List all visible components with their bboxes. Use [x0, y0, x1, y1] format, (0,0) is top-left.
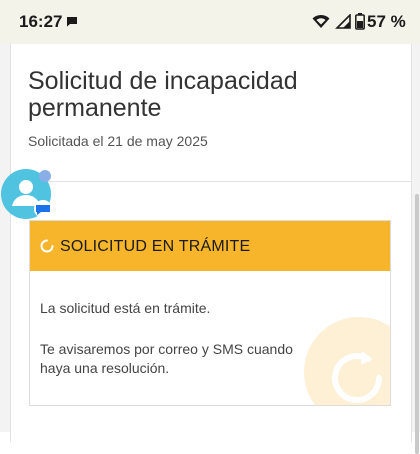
scrollbar[interactable] [415, 194, 419, 454]
battery-icon [355, 13, 365, 30]
status-bar: 16:27 57 % [0, 0, 420, 44]
status-message: La solicitud está en trámite. [40, 300, 211, 316]
chat-head-avatar[interactable] [0, 168, 56, 224]
wifi-icon [312, 14, 330, 28]
request-detail-page: Solicitud de incapacidad permanente Soli… [0, 44, 420, 454]
status-banner: SOLICITUD EN TRÁMITE [30, 221, 390, 271]
status-label: SOLICITUD EN TRÁMITE [60, 238, 251, 255]
page-title: Solicitud de incapacidad permanente [28, 67, 298, 122]
loading-watermark-icon [304, 317, 390, 405]
battery-percentage: 57 % [367, 12, 406, 31]
message-icon [67, 17, 77, 27]
status-box: SOLICITUD EN TRÁMITE La solicitud está e… [29, 220, 391, 406]
loading-icon [40, 239, 54, 253]
signal-icon [335, 14, 351, 29]
request-header-card: Solicitud de incapacidad permanente Soli… [10, 44, 412, 182]
notification-notice: Te avisaremos por correo y SMS cuando ha… [40, 341, 293, 376]
request-status-card: SOLICITUD EN TRÁMITE La solicitud está e… [10, 182, 412, 442]
status-time: 16:27 [19, 12, 63, 31]
request-date: Solicitada el 21 de may 2025 [28, 133, 208, 149]
